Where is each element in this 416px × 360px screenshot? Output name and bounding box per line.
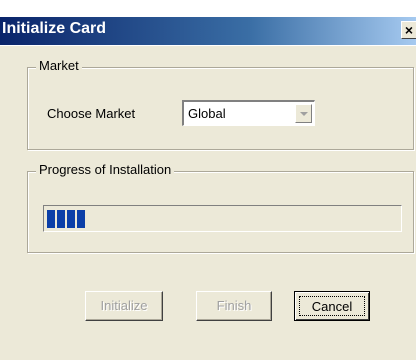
market-group-label: Market (36, 58, 82, 73)
title-bar: Initialize Card × (0, 0, 416, 46)
close-icon: × (404, 22, 414, 38)
chevron-down-icon[interactable] (295, 104, 312, 123)
cancel-button[interactable]: Cancel (294, 291, 370, 321)
window-title: Initialize Card (2, 20, 107, 37)
progress-chunk (57, 210, 65, 228)
progress-chunk (67, 210, 75, 228)
finish-button[interactable]: Finish (196, 291, 272, 321)
progress-fill (47, 210, 85, 228)
market-select-value: Global (188, 106, 226, 121)
market-select[interactable]: Global (182, 100, 315, 126)
progress-chunk (47, 210, 55, 228)
installation-progress-bar (43, 205, 402, 232)
cancel-button-label: Cancel (299, 296, 365, 316)
initialize-card-dialog: Initialize Card × Market Choose Market G… (0, 0, 416, 360)
progress-chunk (77, 210, 85, 228)
progress-group-label: Progress of Installation (36, 162, 175, 177)
initialize-button[interactable]: Initialize (85, 291, 163, 321)
close-button[interactable]: × (401, 21, 416, 39)
choose-market-label: Choose Market (47, 106, 136, 121)
